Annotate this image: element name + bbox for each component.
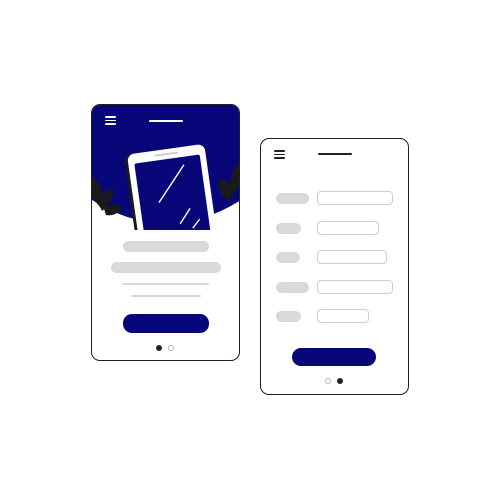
pagination-dot-2[interactable] xyxy=(337,378,343,384)
form-screen xyxy=(260,138,409,395)
menu-icon[interactable] xyxy=(274,150,285,159)
field-label xyxy=(276,223,301,234)
body-text-line xyxy=(122,283,209,285)
body-text-line xyxy=(131,295,201,297)
submit-button[interactable] xyxy=(292,348,376,366)
field-label xyxy=(276,282,309,293)
hero-banner xyxy=(92,105,239,230)
field-label xyxy=(276,252,300,263)
menu-icon[interactable] xyxy=(105,116,116,125)
header-title-placeholder xyxy=(318,153,352,155)
text-field[interactable] xyxy=(317,191,393,205)
subheadline-placeholder xyxy=(111,262,221,273)
text-field[interactable] xyxy=(317,309,369,323)
header-title-placeholder xyxy=(149,120,183,122)
text-field[interactable] xyxy=(317,250,387,264)
pagination-dot-2[interactable] xyxy=(168,345,174,351)
text-field[interactable] xyxy=(317,280,393,294)
pagination-dot-1[interactable] xyxy=(156,345,162,351)
onboarding-screen xyxy=(91,104,240,361)
get-started-button[interactable] xyxy=(123,314,209,333)
headline-placeholder xyxy=(123,241,209,252)
text-field[interactable] xyxy=(317,221,379,235)
field-label xyxy=(276,311,301,322)
pagination-dot-1[interactable] xyxy=(325,378,331,384)
field-label xyxy=(276,193,309,204)
